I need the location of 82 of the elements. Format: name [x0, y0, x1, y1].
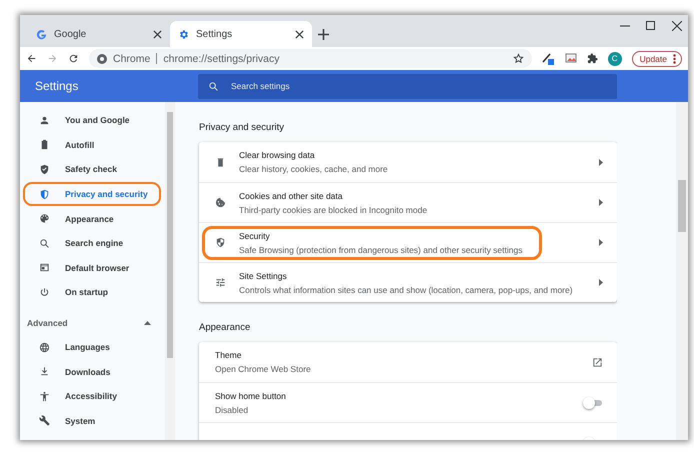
sidebar-item[interactable]: On startup	[23, 280, 161, 305]
settings-title: Settings	[35, 79, 78, 93]
browser-window-icon	[39, 262, 50, 274]
search-input[interactable]: Search settings	[231, 81, 591, 91]
sidebar-item[interactable]: Languages	[23, 334, 161, 360]
section-heading: Appearance	[199, 322, 250, 333]
row-title: Site Settings	[239, 270, 288, 280]
sidebar-scrollbar[interactable]	[165, 102, 175, 440]
power-icon	[39, 286, 50, 298]
settings-row[interactable]: Site Settings Controls what information sites can use and show (location, camera, pop-ups, and more)	[199, 262, 617, 302]
sidebar-item[interactable]: Autofill	[23, 132, 161, 158]
sidebar-item[interactable]: Appearance	[23, 206, 161, 231]
row-description: Third-party cookies are blocked in Incognito mode	[239, 204, 428, 214]
row-description: Safe Browsing (protection from dangerous sites) and other security settings	[239, 244, 524, 254]
wrench-icon	[39, 415, 50, 426]
sidebar-item[interactable]: Default browser	[23, 256, 161, 280]
clipboard-icon	[39, 139, 50, 150]
browser-tab[interactable]: Google	[28, 21, 170, 47]
puzzle-icon[interactable]	[586, 53, 598, 64]
page-scrollbar[interactable]	[676, 102, 688, 440]
sidebar-item[interactable]: Privacy and security	[23, 182, 161, 206]
trash-icon	[215, 156, 226, 168]
open-in-new-icon[interactable]	[592, 356, 603, 368]
settings-row[interactable]: Show home button Disabled	[199, 382, 617, 422]
back-arrow-icon[interactable]	[26, 53, 37, 64]
settings-row[interactable]: Clear browsing data Clear history, cookies, cache, and more	[199, 142, 617, 182]
browser-tab[interactable]: Settings	[170, 21, 312, 47]
row-title: Security	[239, 230, 271, 240]
cookie-icon	[215, 197, 226, 208]
person-icon	[39, 390, 50, 402]
shield-icon	[39, 188, 50, 200]
new-tab-icon[interactable]	[318, 29, 329, 40]
palette-icon	[39, 213, 50, 224]
toggle-switch[interactable]	[583, 396, 603, 408]
google-logo-icon	[36, 28, 47, 40]
caret-right-icon	[599, 279, 603, 286]
shield-check-icon	[39, 164, 50, 175]
row-description: Clear history, cookies, cache, and more	[239, 164, 389, 174]
caret-up-icon	[144, 320, 151, 325]
eyedropper-icon[interactable]	[542, 52, 555, 65]
settings-row[interactable]: Security Safe Browsing (protection from dangerous sites) and other security settings	[199, 222, 617, 262]
more-icon	[673, 54, 676, 64]
chrome-logo-icon	[97, 54, 107, 64]
settings-row[interactable]: Theme Open Chrome Web Store	[199, 342, 617, 382]
close-icon[interactable]	[153, 30, 162, 38]
address-bar[interactable]: Chrome chrome://settings/privacy	[89, 49, 532, 68]
settings-row[interactable]: Cookies and other site data Third-party cookies are blocked in Incognito mode	[199, 182, 617, 222]
download-icon	[39, 366, 50, 378]
image-icon[interactable]	[564, 53, 577, 64]
close-icon[interactable]	[295, 30, 304, 38]
row-title: Theme	[215, 350, 242, 360]
search-bar[interactable]: Search settings	[198, 74, 617, 98]
close-icon[interactable]	[672, 21, 682, 31]
row-description: Open Chrome Web Store	[215, 364, 312, 374]
advanced-section-toggle[interactable]: Advanced	[27, 312, 151, 333]
sidebar-item[interactable]: System	[23, 408, 161, 434]
maximize-icon[interactable]	[646, 21, 656, 31]
reload-icon[interactable]	[68, 53, 79, 64]
section-heading: Privacy and security	[199, 122, 284, 133]
gear-icon	[178, 28, 189, 40]
row-title: Show home button	[215, 390, 287, 400]
caret-right-icon	[599, 199, 603, 206]
star-icon[interactable]	[512, 53, 524, 64]
globe-icon	[39, 342, 50, 353]
caret-right-icon	[599, 239, 603, 246]
update-button[interactable]: Update	[632, 50, 682, 66]
sliders-icon	[215, 277, 226, 288]
search-icon	[208, 80, 219, 92]
sidebar-item[interactable]: Accessibility	[23, 384, 161, 409]
row-description: Controls what information sites can use and show (location, camera, pop-ups, and more)	[239, 284, 574, 294]
shield-icon	[215, 237, 226, 248]
row-title: Cookies and other site data	[239, 190, 344, 200]
sidebar-item[interactable]: Safety check	[23, 157, 161, 182]
row-description: Disabled	[215, 404, 250, 414]
row-title: Clear browsing data	[239, 150, 316, 160]
caret-right-icon	[599, 158, 603, 166]
search-icon	[39, 238, 50, 249]
person-icon	[39, 114, 50, 126]
sidebar-item[interactable]: You and Google	[23, 108, 161, 133]
sidebar-item[interactable]: Search engine	[23, 230, 161, 256]
sidebar-item[interactable]: Downloads	[23, 359, 161, 384]
profile-avatar[interactable]: C	[608, 52, 622, 66]
